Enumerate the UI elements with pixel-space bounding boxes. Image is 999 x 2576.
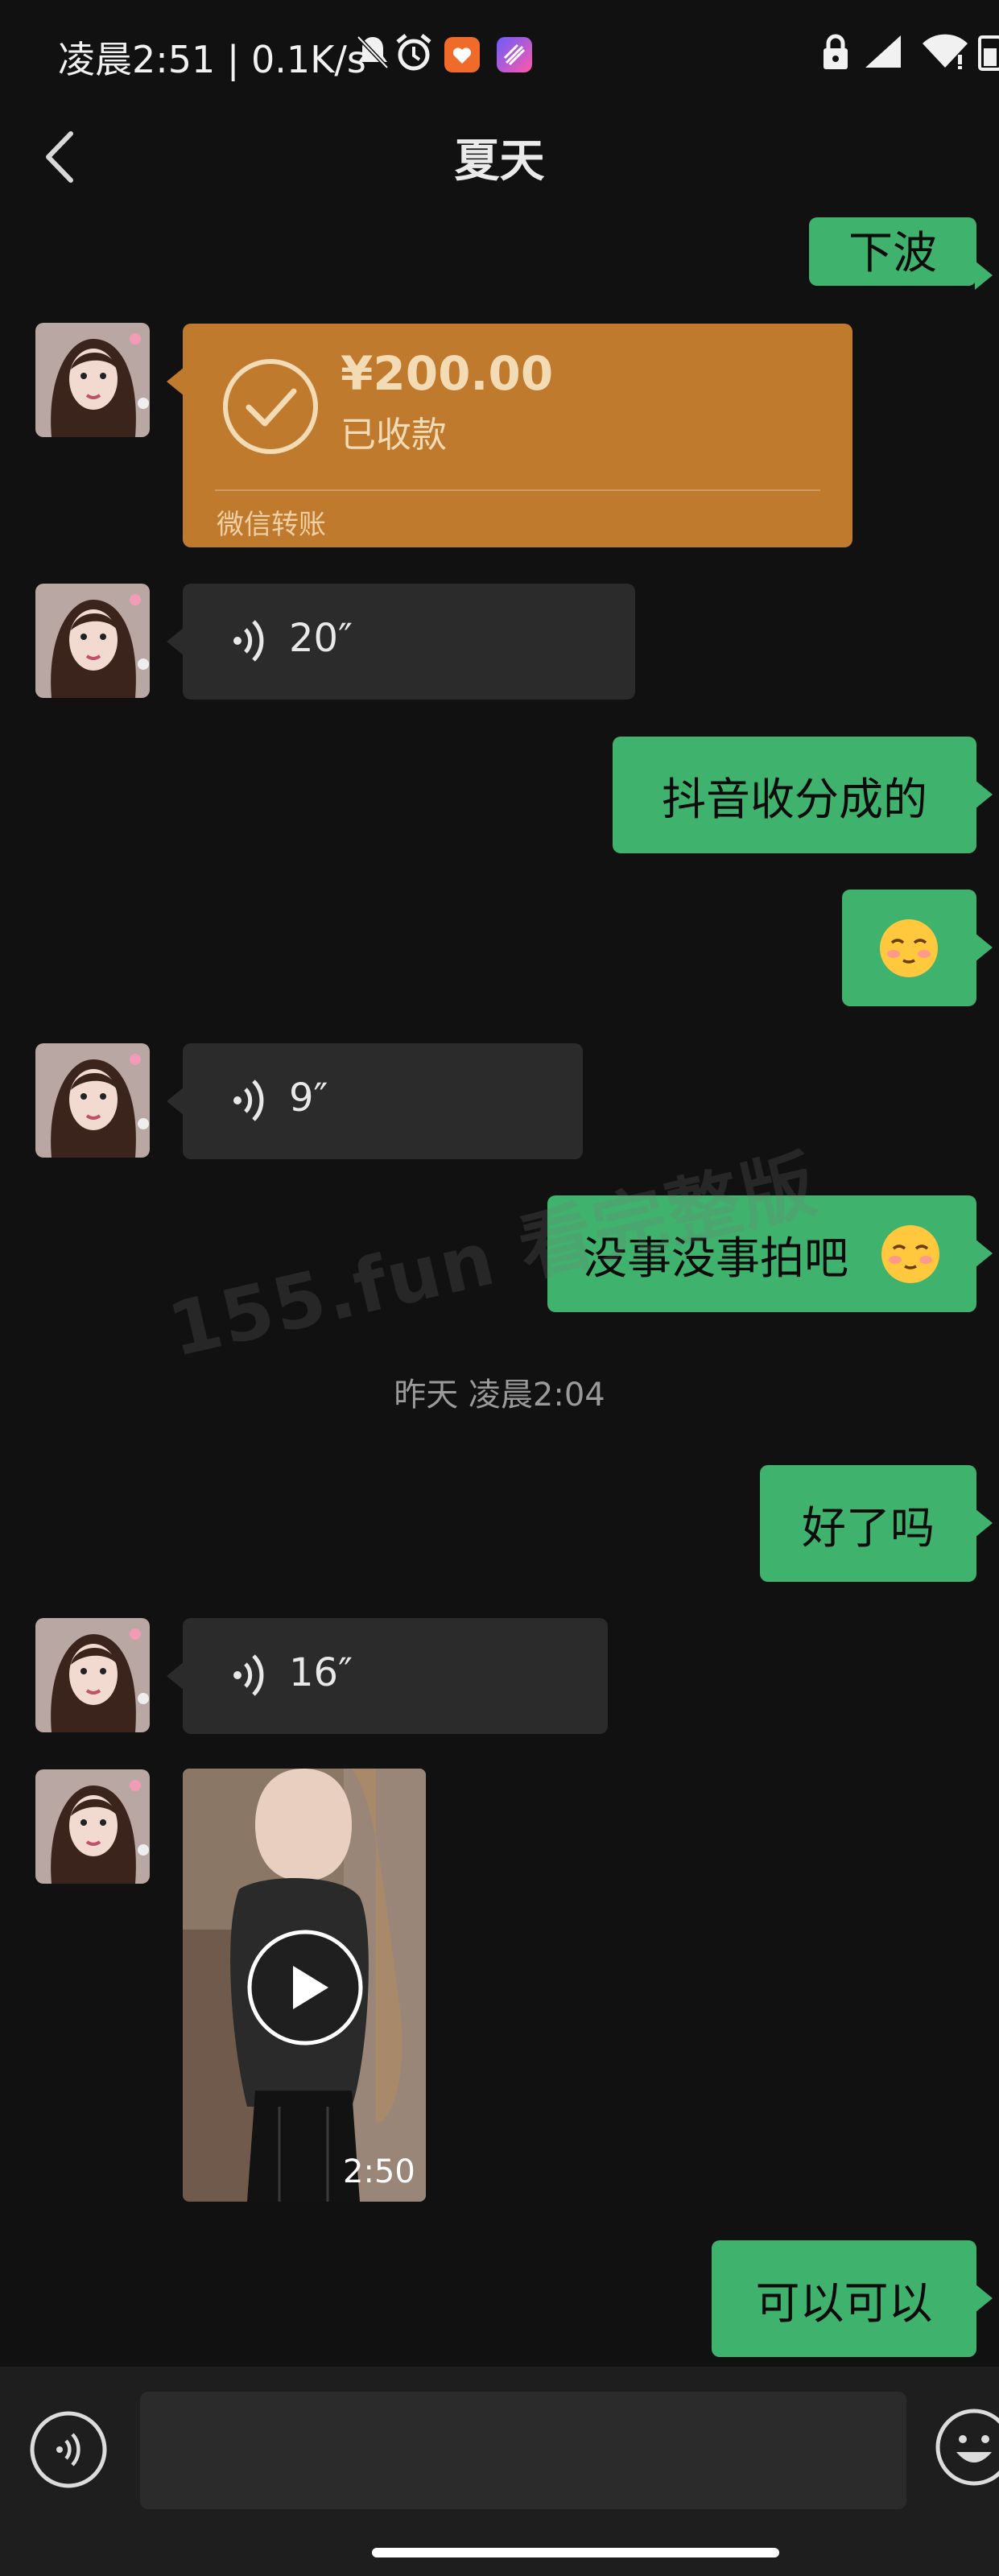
- message-text: 可以可以: [755, 2277, 933, 2329]
- emoji-picker-icon[interactable]: [934, 2407, 999, 2487]
- voice-duration: 20″: [289, 616, 353, 661]
- transfer-divider: [215, 489, 820, 491]
- cell-signal-icon: [865, 35, 901, 68]
- alarm-icon: [396, 34, 431, 71]
- voice-input-toggle-icon[interactable]: [29, 2410, 108, 2489]
- voice-message[interactable]: 16″: [167, 1618, 608, 1734]
- message-text: 下波: [848, 227, 937, 279]
- voice-wave-icon: [233, 1654, 264, 1696]
- voice-message[interactable]: 9″: [167, 1043, 583, 1159]
- transfer-status: 已收款: [341, 415, 447, 456]
- voice-duration: 9″: [289, 1075, 328, 1121]
- battery-icon: [978, 35, 999, 71]
- contact-avatar[interactable]: [35, 1769, 150, 1884]
- transfer-label: 微信转账: [217, 509, 326, 541]
- voice-message[interactable]: 20″: [167, 584, 635, 700]
- chat-title: 夏天: [454, 135, 545, 188]
- shy-face-emoji-icon: [881, 1225, 939, 1283]
- transfer-card[interactable]: ¥200.00 已收款 微信转账: [167, 324, 852, 547]
- video-duration: 2:50: [343, 2153, 415, 2190]
- outgoing-emoji-message[interactable]: [842, 890, 993, 1006]
- mute-bell-icon: [357, 35, 389, 69]
- message-text: 抖音收分成的: [661, 773, 927, 825]
- watermark: 155.fun 看完整版: [160, 1141, 825, 1374]
- outgoing-message[interactable]: 可以可以: [712, 2240, 993, 2357]
- shy-face-emoji-icon: [880, 919, 938, 977]
- wifi-icon: [923, 34, 968, 69]
- app-notification-icon-2: [497, 37, 532, 72]
- message-timestamp: 昨天 凌晨2:04: [394, 1377, 605, 1414]
- home-indicator[interactable]: [372, 2548, 779, 2557]
- title-bar-shadow: [0, 209, 999, 217]
- play-button-icon[interactable]: [246, 1929, 364, 2046]
- contact-avatar[interactable]: [35, 584, 150, 698]
- check-circle-icon: [223, 359, 318, 454]
- lock-icon: [824, 34, 848, 69]
- outgoing-message[interactable]: 抖音收分成的: [613, 737, 993, 853]
- outgoing-message[interactable]: 好了吗: [760, 1465, 993, 1582]
- transfer-amount: ¥200.00: [341, 346, 554, 401]
- voice-wave-icon: [233, 620, 264, 662]
- voice-duration: 16″: [289, 1650, 353, 1695]
- contact-avatar[interactable]: [35, 1043, 150, 1158]
- app-notification-icon: [444, 37, 480, 72]
- voice-wave-icon: [233, 1080, 264, 1121]
- contact-avatar[interactable]: [35, 323, 150, 437]
- outgoing-message[interactable]: 下波: [809, 217, 993, 290]
- status-time-speed: 凌晨2:51 | 0.1K/s: [58, 38, 366, 81]
- message-text: 好了吗: [801, 1501, 935, 1554]
- contact-avatar[interactable]: [35, 1618, 150, 1732]
- message-input[interactable]: [140, 2392, 906, 2509]
